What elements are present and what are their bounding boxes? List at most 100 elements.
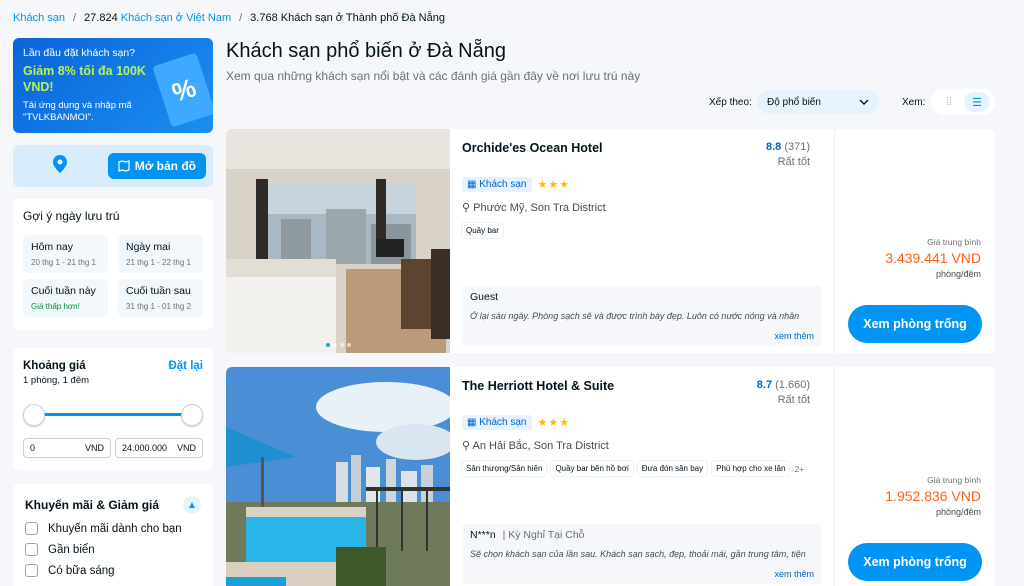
promo-option[interactable]: Gần biển (25, 543, 201, 556)
review-snippet: Guest Ở lại sáu ngày. Phòng sạch sẽ và đ… (462, 286, 822, 346)
chevron-up-icon[interactable]: ▲ (183, 496, 201, 514)
breadcrumb-vietnam[interactable]: Khách sạn ở Việt Nam (121, 12, 231, 24)
amenity-tag: Quầy bar (462, 223, 503, 238)
amenity-tags: Quầy bar (462, 223, 503, 238)
hotel-location-text: Phước Mỹ, Son Tra District (473, 202, 606, 214)
checkbox[interactable] (25, 543, 38, 556)
hotel-pool-image (226, 367, 450, 586)
breadcrumb: Khách sạn / 27.824 Khách sạn ở Việt Nam … (13, 12, 445, 24)
map-preview[interactable]: Mở bản đồ (13, 145, 213, 187)
map-icon (118, 160, 130, 172)
building-icon: ▦ (467, 179, 477, 190)
see-more-link[interactable]: xem thêm (774, 569, 814, 579)
price-min-input[interactable]: 0 VND (23, 438, 111, 458)
page-subtitle: Xem qua những khách sạn nổi bật và các đ… (226, 69, 641, 83)
breadcrumb-hotels[interactable]: Khách sạn (13, 12, 65, 24)
rating-word: Rất tốt (777, 156, 810, 168)
hotel-name[interactable]: Orchide'es Ocean Hotel (462, 141, 603, 155)
rating-score: 8.8 (765, 141, 782, 153)
promo-option[interactable]: Khuyến mãi dành cho bạn (25, 522, 201, 535)
more-amenities[interactable]: 2+ (794, 464, 804, 474)
price-label: Giá trung bình (927, 237, 981, 247)
promo-option-label: Khuyến mãi dành cho bạn (48, 522, 182, 535)
price-max-input[interactable]: 24.000.000 VND (115, 438, 203, 458)
stay-option-label: Hôm nay (31, 241, 74, 253)
rating-count: (371) (784, 141, 810, 153)
view-rooms-button[interactable]: Xem phòng trống (848, 305, 982, 343)
hotel-location: ⚲ An Hải Bắc, Son Tra District (462, 439, 609, 452)
chevron-down-icon (859, 99, 869, 105)
stay-option-today[interactable]: Hôm nay 20 thg 1 - 21 thg 1 (23, 235, 108, 273)
building-icon: ▦ (467, 417, 477, 428)
page-title: Khách sạn phổ biến ở Đà Nẵng (226, 40, 506, 62)
promo-banner[interactable]: Lần đầu đặt khách sạn? Giảm 8% tối đa 10… (13, 38, 213, 133)
price-amount: 3.439.441 VND (885, 250, 981, 266)
star-rating: ★★★ (537, 417, 571, 429)
stay-option-note: Giá thấp hơn! (31, 302, 80, 311)
see-more-link[interactable]: xem thêm (774, 331, 814, 341)
hotel-name[interactable]: The Herriott Hotel & Suite (462, 379, 614, 393)
view-toggle: ⁞⁞ ☰ (931, 89, 995, 115)
hotel-type-label: Khách sạn (479, 179, 527, 190)
price-filter: Khoảng giá Đặt lại 1 phòng, 1 đêm 0 VND … (13, 348, 213, 470)
currency-label: VND (176, 443, 196, 453)
price-range-slider[interactable] (23, 404, 203, 426)
grid-view-icon[interactable]: ⁞⁞ (936, 92, 962, 112)
reviewer-name: N***n (470, 529, 496, 541)
reviewer-name: Guest (470, 291, 499, 303)
stay-option-dates: 21 thg 1 - 22 thg 1 (126, 258, 191, 267)
stay-option-dates: 31 thg 1 - 01 thg 2 (126, 302, 191, 311)
hotel-card[interactable]: Orchide'es Ocean Hotel 8.8 (371) Rất tốt… (226, 129, 995, 353)
stay-option-label: Ngày mai (126, 241, 171, 253)
hotel-photo[interactable] (226, 129, 450, 353)
price-filter-title: Khoảng giá (23, 360, 86, 372)
review-author: N***n | Kỳ Nghỉ Tại Chỗ (470, 529, 814, 541)
amenity-tag: Quầy bar bên hồ bơi (551, 461, 633, 476)
stay-option-this-weekend[interactable]: Cuối tuần này Giá thấp hơn! (23, 279, 108, 317)
price-min-handle[interactable] (23, 404, 45, 426)
price-reset-button[interactable]: Đặt lại (168, 360, 203, 372)
map-pin-icon (53, 155, 67, 173)
list-view-icon[interactable]: ☰ (964, 92, 990, 112)
hotel-type-label: Khách sạn (479, 417, 527, 428)
checkbox[interactable] (25, 564, 38, 577)
view-rooms-button[interactable]: Xem phòng trống (848, 543, 982, 581)
promo-line3: Tải ứng dụng và nhập mã "TVLKBANMOI". (23, 100, 132, 123)
promo-option-label: Có bữa sáng (48, 564, 115, 577)
price-box: Giá trung bình 1.952.836 VND phòng/đêm X… (834, 367, 995, 586)
stay-option-tomorrow[interactable]: Ngày mai 21 thg 1 - 22 thg 1 (118, 235, 203, 273)
price-box: Giá trung bình 3.439.441 VND phòng/đêm X… (834, 129, 995, 353)
price-unit: phòng/đêm (935, 269, 981, 279)
hotel-rating: 8.8 (371) Rất tốt (766, 141, 810, 168)
promo-option[interactable]: Có bữa sáng (25, 564, 201, 577)
sort-label: Xếp theo: (709, 97, 752, 108)
breadcrumb-separator: / (239, 12, 243, 24)
amenity-tag: Sân thượng/Sân hiên (462, 461, 547, 476)
price-unit: phòng/đêm (935, 507, 981, 517)
review-snippet: N***n | Kỳ Nghỉ Tại Chỗ Sẽ chọn khách sạ… (462, 524, 822, 584)
filter-sidebar: Lần đầu đặt khách sạn? Giảm 8% tối đa 10… (13, 38, 213, 586)
amenity-tag: Đưa đón sân bay (637, 461, 708, 476)
price-max-handle[interactable] (181, 404, 203, 426)
breadcrumb-separator: / (72, 12, 77, 24)
breadcrumb-count: 27.824 (84, 12, 118, 24)
rating-count: (1.660) (775, 379, 810, 391)
promo-filter: Khuyến mãi & Giảm giá ▲ Khuyến mãi dành … (13, 484, 213, 586)
hotel-room-image (226, 129, 450, 353)
price-range-track (33, 413, 193, 416)
open-map-label: Mở bản đồ (134, 159, 196, 173)
checkbox[interactable] (25, 522, 38, 535)
stay-option-label: Cuối tuần này (31, 285, 96, 297)
price-amount: 1.952.836 VND (885, 488, 981, 504)
sort-select[interactable]: Độ phổ biến (757, 90, 879, 114)
promo-option-label: Gần biển (48, 543, 95, 556)
price-label: Giá trung bình (927, 475, 981, 485)
hotel-type-badge: ▦ Khách sạn (462, 177, 532, 192)
stay-option-next-weekend[interactable]: Cuối tuần sau 31 thg 1 - 01 thg 2 (118, 279, 203, 317)
open-map-button[interactable]: Mở bản đồ (107, 153, 206, 179)
stay-option-label: Cuối tuần sau (126, 285, 191, 297)
review-trip-type: | Kỳ Nghỉ Tại Chỗ (502, 529, 585, 541)
hotel-card[interactable]: The Herriott Hotel & Suite 8.7 (1.660) R… (226, 367, 995, 586)
amenity-tag: Phù hợp cho xe lăn (712, 461, 790, 476)
hotel-photo[interactable] (226, 367, 450, 586)
